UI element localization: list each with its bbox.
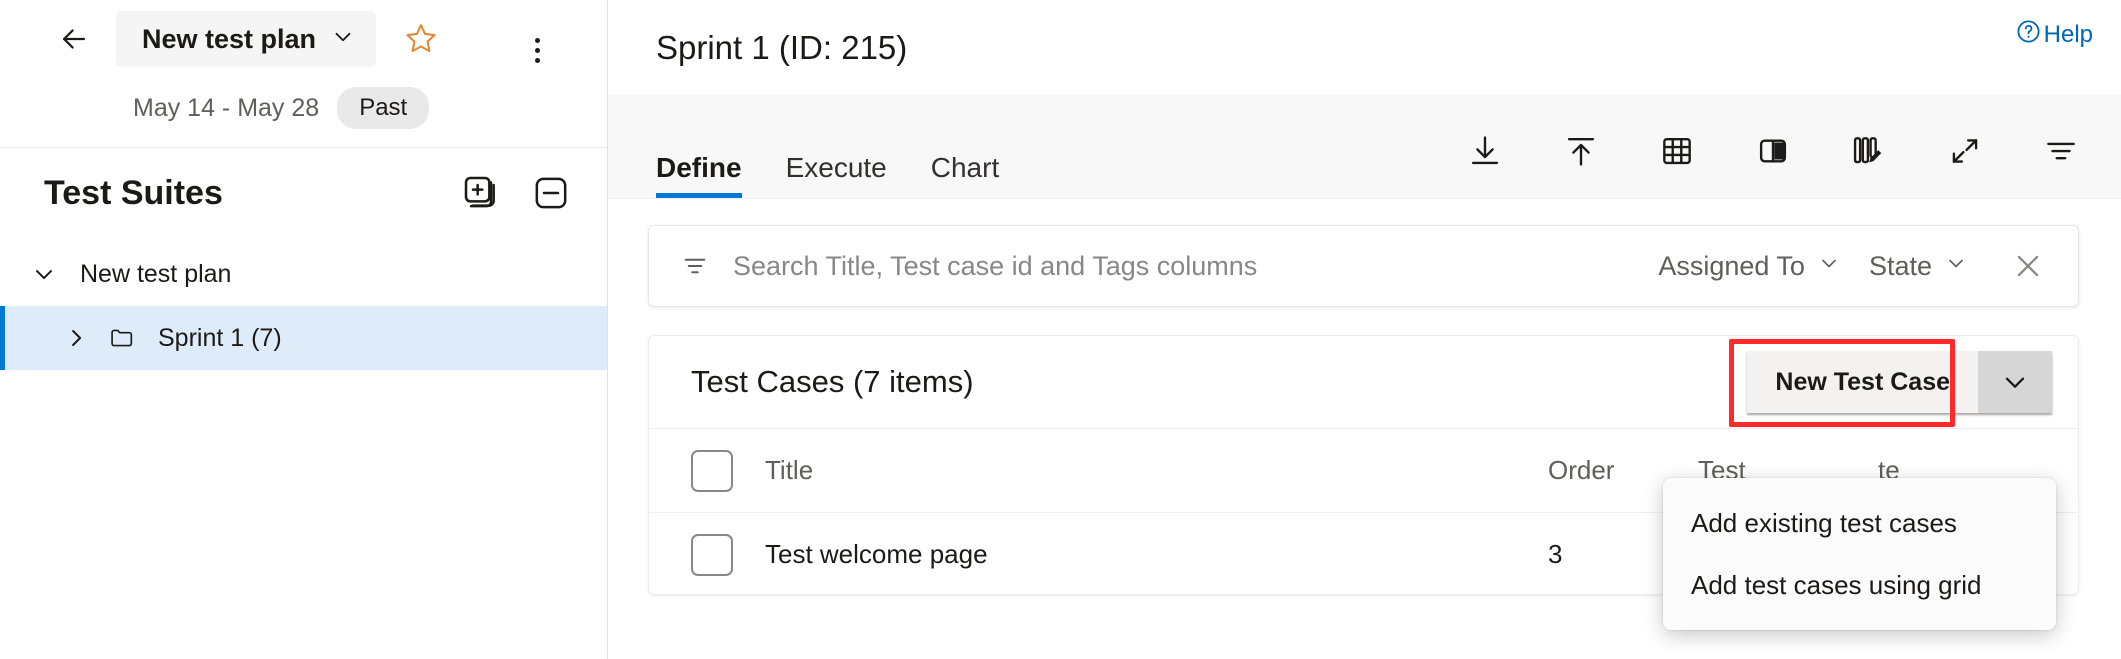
state-label: State [1869, 251, 1932, 282]
new-test-case-label: New Test Case [1775, 368, 1950, 397]
star-icon[interactable] [398, 16, 444, 62]
tree-item-sprint-1[interactable]: Sprint 1 (7) [0, 306, 607, 370]
filter-icon[interactable] [677, 251, 713, 281]
tab-execute[interactable]: Execute [764, 95, 909, 198]
menu-item-label: Add test cases using grid [1691, 570, 1982, 601]
new-test-case-split-button: New Test Case [1747, 351, 2052, 413]
search-input[interactable] [733, 251, 1644, 282]
new-test-case-dropdown-toggle[interactable] [1978, 351, 2052, 413]
column-options-icon[interactable] [1835, 120, 1903, 182]
test-suite-tree: New test plan Sprint 1 (7) [0, 238, 607, 370]
plan-header: New test plan May 14 - May 2 [0, 0, 607, 148]
collapse-all-icon[interactable] [523, 165, 579, 221]
tab-label: Define [656, 152, 742, 184]
close-icon[interactable] [2000, 238, 2056, 294]
tab-label: Chart [931, 152, 999, 184]
plan-header-row: New test plan [0, 0, 607, 78]
column-header-title[interactable]: Title [765, 455, 1548, 486]
plan-name-label: New test plan [142, 24, 316, 55]
row-checkbox[interactable] [691, 534, 733, 576]
tab-chart[interactable]: Chart [909, 95, 1021, 198]
test-cases-header: Test Cases (7 items) New Test Case [649, 336, 2078, 428]
search-bar: Assigned To State [648, 225, 2079, 307]
new-test-case-button[interactable]: New Test Case [1747, 351, 1978, 413]
status-badge: Past [337, 87, 429, 129]
test-suites-header: Test Suites [0, 148, 607, 238]
tab-list: Define Execute Chart [608, 95, 1021, 198]
plan-selector-button[interactable]: New test plan [116, 11, 376, 67]
tree-item-label: New test plan [80, 260, 231, 289]
question-circle-icon [2015, 18, 2042, 52]
assigned-to-label: Assigned To [1658, 251, 1805, 282]
select-all-checkbox[interactable] [691, 450, 733, 492]
new-test-case-menu: Add existing test cases Add test cases u… [1663, 478, 2056, 630]
column-layout-icon[interactable] [1739, 120, 1807, 182]
menu-item-add-test-cases-using-grid[interactable]: Add test cases using grid [1663, 554, 2056, 616]
tab-label: Execute [786, 152, 887, 184]
page-title: Test Suites [44, 174, 439, 213]
search-section: Assigned To State [608, 199, 2121, 307]
cell-title[interactable]: Test welcome page [765, 539, 1548, 570]
tree-item-new-test-plan[interactable]: New test plan [0, 242, 607, 306]
test-cases-heading: Test Cases (7 items) [691, 364, 1747, 400]
help-link[interactable]: Help [2015, 18, 2093, 52]
tree-item-label: Sprint 1 (7) [158, 324, 282, 353]
more-vertical-icon[interactable] [515, 28, 559, 72]
grid-icon[interactable] [1643, 120, 1711, 182]
chevron-down-icon[interactable] [24, 254, 64, 294]
chevron-down-icon [1817, 251, 1841, 282]
back-arrow-icon[interactable] [52, 17, 96, 61]
help-label: Help [2044, 21, 2093, 49]
tab-define[interactable]: Define [656, 95, 764, 198]
add-suite-icon[interactable] [453, 165, 509, 221]
state-filter[interactable]: State [1855, 251, 1982, 282]
plan-date-range: May 14 - May 28 [133, 94, 319, 123]
test-plan-page: New test plan May 14 - May 2 [0, 0, 2121, 659]
left-panel: New test plan May 14 - May 2 [0, 0, 608, 659]
suite-title-bar: Sprint 1 (ID: 215) Help [608, 0, 2121, 95]
expand-icon[interactable] [1931, 120, 1999, 182]
tabs-bar: Define Execute Chart [608, 95, 2121, 199]
plan-meta-row: May 14 - May 28 Past [0, 78, 607, 138]
folder-icon [102, 318, 142, 358]
assigned-to-filter[interactable]: Assigned To [1644, 251, 1855, 282]
suite-toolbar [1423, 120, 2095, 182]
filter-icon[interactable] [2027, 120, 2095, 182]
menu-item-label: Add existing test cases [1691, 508, 1957, 539]
chevron-right-icon[interactable] [56, 318, 96, 358]
chevron-down-icon [330, 24, 356, 55]
more-dots [535, 38, 540, 63]
chevron-down-icon [1944, 251, 1968, 282]
suite-title: Sprint 1 (ID: 215) [656, 29, 907, 67]
upload-icon[interactable] [1547, 120, 1615, 182]
download-icon[interactable] [1451, 120, 1519, 182]
menu-item-add-existing-test-cases[interactable]: Add existing test cases [1663, 492, 2056, 554]
